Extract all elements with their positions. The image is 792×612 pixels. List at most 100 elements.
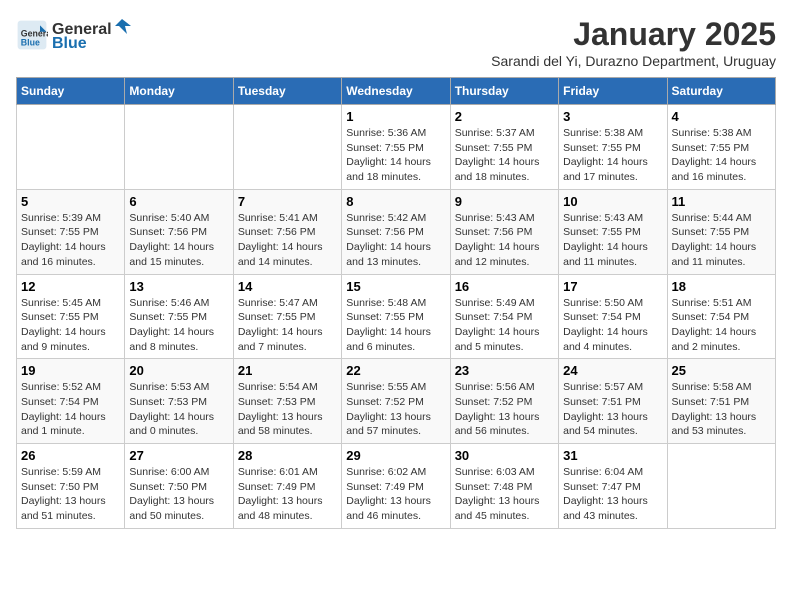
day-number: 15 [346,279,445,294]
logo: General Blue General Blue [16,16,131,53]
day-info: Sunrise: 5:47 AM Sunset: 7:55 PM Dayligh… [238,296,337,355]
day-info: Sunrise: 5:38 AM Sunset: 7:55 PM Dayligh… [672,126,771,185]
col-thursday: Thursday [450,78,558,105]
calendar-week-row: 26 Sunrise: 5:59 AM Sunset: 7:50 PM Dayli… [17,444,776,529]
day-number: 1 [346,109,445,124]
table-row: 14 Sunrise: 5:47 AM Sunset: 7:55 PM Dayli… [233,274,341,359]
table-row: 4 Sunrise: 5:38 AM Sunset: 7:55 PM Daylig… [667,105,775,190]
day-number: 20 [129,363,228,378]
day-number: 19 [21,363,120,378]
day-info: Sunrise: 5:57 AM Sunset: 7:51 PM Dayligh… [563,380,662,439]
logo-bird-icon [113,16,131,34]
table-row: 23 Sunrise: 5:56 AM Sunset: 7:52 PM Dayli… [450,359,558,444]
day-info: Sunrise: 5:44 AM Sunset: 7:55 PM Dayligh… [672,211,771,270]
day-info: Sunrise: 6:03 AM Sunset: 7:48 PM Dayligh… [455,465,554,524]
table-row: 2 Sunrise: 5:37 AM Sunset: 7:55 PM Daylig… [450,105,558,190]
day-number: 25 [672,363,771,378]
day-number: 28 [238,448,337,463]
day-number: 18 [672,279,771,294]
day-info: Sunrise: 6:02 AM Sunset: 7:49 PM Dayligh… [346,465,445,524]
table-row: 1 Sunrise: 5:36 AM Sunset: 7:55 PM Daylig… [342,105,450,190]
day-info: Sunrise: 5:51 AM Sunset: 7:54 PM Dayligh… [672,296,771,355]
day-number: 10 [563,194,662,209]
day-number: 16 [455,279,554,294]
table-row: 19 Sunrise: 5:52 AM Sunset: 7:54 PM Dayli… [17,359,125,444]
day-info: Sunrise: 5:43 AM Sunset: 7:56 PM Dayligh… [455,211,554,270]
day-info: Sunrise: 5:54 AM Sunset: 7:53 PM Dayligh… [238,380,337,439]
day-number: 2 [455,109,554,124]
day-info: Sunrise: 5:39 AM Sunset: 7:55 PM Dayligh… [21,211,120,270]
month-title: January 2025 [491,16,776,53]
day-info: Sunrise: 5:43 AM Sunset: 7:55 PM Dayligh… [563,211,662,270]
table-row: 11 Sunrise: 5:44 AM Sunset: 7:55 PM Dayli… [667,189,775,274]
day-info: Sunrise: 5:37 AM Sunset: 7:55 PM Dayligh… [455,126,554,185]
day-number: 8 [346,194,445,209]
day-number: 5 [21,194,120,209]
table-row: 6 Sunrise: 5:40 AM Sunset: 7:56 PM Daylig… [125,189,233,274]
day-number: 30 [455,448,554,463]
day-number: 31 [563,448,662,463]
table-row [233,105,341,190]
col-monday: Monday [125,78,233,105]
day-info: Sunrise: 5:56 AM Sunset: 7:52 PM Dayligh… [455,380,554,439]
day-number: 24 [563,363,662,378]
day-number: 7 [238,194,337,209]
day-info: Sunrise: 5:53 AM Sunset: 7:53 PM Dayligh… [129,380,228,439]
calendar-week-row: 1 Sunrise: 5:36 AM Sunset: 7:55 PM Daylig… [17,105,776,190]
calendar-week-row: 12Sunrise: 5:45 AM Sunset: 7:55 PM Dayli… [17,274,776,359]
table-row: 13 Sunrise: 5:46 AM Sunset: 7:55 PM Dayli… [125,274,233,359]
day-number: 17 [563,279,662,294]
col-sunday: Sunday [17,78,125,105]
table-row [17,105,125,190]
day-info: Sunrise: 5:59 AM Sunset: 7:50 PM Dayligh… [21,465,120,524]
table-row: 28 Sunrise: 6:01 AM Sunset: 7:49 PM Dayli… [233,444,341,529]
col-tuesday: Tuesday [233,78,341,105]
table-row: 26 Sunrise: 5:59 AM Sunset: 7:50 PM Dayli… [17,444,125,529]
day-info: Sunrise: 5:40 AM Sunset: 7:56 PM Dayligh… [129,211,228,270]
day-info: Sunrise: 5:38 AM Sunset: 7:55 PM Dayligh… [563,126,662,185]
table-row: 20 Sunrise: 5:53 AM Sunset: 7:53 PM Dayli… [125,359,233,444]
day-number: 14 [238,279,337,294]
day-info: Sunrise: 5:42 AM Sunset: 7:56 PM Dayligh… [346,211,445,270]
calendar-week-row: 5 Sunrise: 5:39 AM Sunset: 7:55 PM Daylig… [17,189,776,274]
table-row: 29 Sunrise: 6:02 AM Sunset: 7:49 PM Dayli… [342,444,450,529]
day-info: Sunrise: 5:36 AM Sunset: 7:55 PM Dayligh… [346,126,445,185]
day-number: 6 [129,194,228,209]
day-info: Sunrise: 5:48 AM Sunset: 7:55 PM Dayligh… [346,296,445,355]
table-row: 30 Sunrise: 6:03 AM Sunset: 7:48 PM Dayli… [450,444,558,529]
day-number: 12 [21,279,120,294]
table-row: 7Sunrise: 5:41 AM Sunset: 7:56 PM Daylig… [233,189,341,274]
page-header: General Blue General Blue January 2025 S… [16,16,776,69]
day-number: 29 [346,448,445,463]
table-row: 10 Sunrise: 5:43 AM Sunset: 7:55 PM Dayli… [559,189,667,274]
table-row: 17 Sunrise: 5:50 AM Sunset: 7:54 PM Dayli… [559,274,667,359]
day-info: Sunrise: 5:52 AM Sunset: 7:54 PM Dayligh… [21,380,120,439]
table-row: 27Sunrise: 6:00 AM Sunset: 7:50 PM Dayli… [125,444,233,529]
day-info: Sunrise: 6:01 AM Sunset: 7:49 PM Dayligh… [238,465,337,524]
day-info: Sunrise: 5:46 AM Sunset: 7:55 PM Dayligh… [129,296,228,355]
col-saturday: Saturday [667,78,775,105]
day-info: Sunrise: 5:55 AM Sunset: 7:52 PM Dayligh… [346,380,445,439]
day-info: Sunrise: 5:58 AM Sunset: 7:51 PM Dayligh… [672,380,771,439]
day-number: 3 [563,109,662,124]
table-row: 9 Sunrise: 5:43 AM Sunset: 7:56 PM Daylig… [450,189,558,274]
day-number: 11 [672,194,771,209]
calendar-table: Sunday Monday Tuesday Wednesday Thursday… [16,77,776,529]
table-row: 18 Sunrise: 5:51 AM Sunset: 7:54 PM Dayli… [667,274,775,359]
day-info: Sunrise: 6:04 AM Sunset: 7:47 PM Dayligh… [563,465,662,524]
day-number: 27 [129,448,228,463]
table-row: 22 Sunrise: 5:55 AM Sunset: 7:52 PM Dayli… [342,359,450,444]
day-number: 23 [455,363,554,378]
day-number: 26 [21,448,120,463]
day-number: 4 [672,109,771,124]
day-number: 13 [129,279,228,294]
day-info: Sunrise: 5:49 AM Sunset: 7:54 PM Dayligh… [455,296,554,355]
day-info: Sunrise: 5:50 AM Sunset: 7:54 PM Dayligh… [563,296,662,355]
svg-text:Blue: Blue [21,37,40,47]
day-number: 9 [455,194,554,209]
table-row: 3 Sunrise: 5:38 AM Sunset: 7:55 PM Daylig… [559,105,667,190]
table-row: 5 Sunrise: 5:39 AM Sunset: 7:55 PM Daylig… [17,189,125,274]
table-row: 15 Sunrise: 5:48 AM Sunset: 7:55 PM Dayli… [342,274,450,359]
day-number: 22 [346,363,445,378]
table-row: 8 Sunrise: 5:42 AM Sunset: 7:56 PM Daylig… [342,189,450,274]
